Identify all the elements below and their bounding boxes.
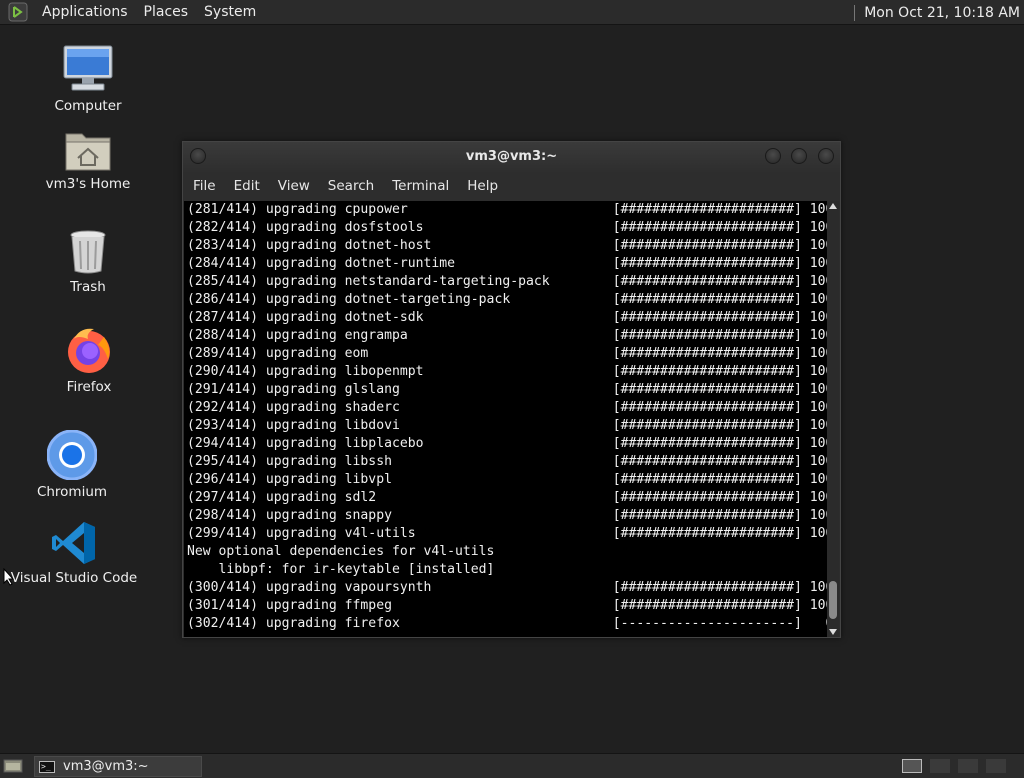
home-folder-icon <box>65 133 111 171</box>
terminal-line: (298/414) upgrading snappy [############… <box>187 508 827 523</box>
menu-help[interactable]: Help <box>458 178 507 194</box>
terminal-line: (286/414) upgrading dotnet-targeting-pac… <box>187 292 827 307</box>
desktop-icon-label: vm3's Home <box>45 176 131 192</box>
terminal-line: (299/414) upgrading v4l-utils [#########… <box>187 526 827 541</box>
menu-logo-icon[interactable] <box>8 2 28 22</box>
menu-bar: File Edit View Search Terminal Help <box>183 172 840 200</box>
top-panel: Applications Places System Mon Oct 21, 1… <box>0 0 1024 25</box>
terminal-line: (288/414) upgrading engrampa [##########… <box>187 328 827 343</box>
terminal-scrollbar[interactable] <box>827 201 839 637</box>
terminal-line: (300/414) upgrading vapoursynth [#######… <box>187 580 827 595</box>
menu-file[interactable]: File <box>183 178 225 194</box>
close-button[interactable] <box>818 148 834 164</box>
desktop-icon-label: Visual Studio Code <box>10 570 138 586</box>
applications-menu[interactable]: Applications <box>34 0 136 25</box>
terminal-line: (295/414) upgrading libssh [############… <box>187 454 827 469</box>
desktop-icon-label: Firefox <box>66 379 112 395</box>
workspace-3[interactable] <box>958 759 978 773</box>
mouse-cursor-icon <box>3 568 15 586</box>
vscode-icon <box>52 522 95 564</box>
terminal-line: (281/414) upgrading cpupower [##########… <box>187 202 827 217</box>
scroll-up-arrow-icon[interactable] <box>829 203 837 209</box>
terminal-line: (293/414) upgrading libdovi [###########… <box>187 418 827 433</box>
trash-icon <box>70 230 106 274</box>
desktop-icon-label: Chromium <box>36 484 108 500</box>
terminal-line: (290/414) upgrading libopenmpt [########… <box>187 364 827 379</box>
terminal-line: (297/414) upgrading sdl2 [##############… <box>187 490 827 505</box>
bottom-panel: >_ vm3@vm3:~ <box>0 753 1024 778</box>
terminal-line: (296/414) upgrading libvpl [############… <box>187 472 827 487</box>
menu-edit[interactable]: Edit <box>225 178 269 194</box>
terminal-line: (283/414) upgrading dotnet-host [#######… <box>187 238 827 253</box>
taskbar-terminal-button[interactable]: >_ vm3@vm3:~ <box>34 756 202 777</box>
desktop-icon-computer[interactable]: Computer <box>28 44 148 114</box>
places-menu[interactable]: Places <box>136 0 197 25</box>
terminal-line: (302/414) upgrading firefox [-----------… <box>187 616 827 631</box>
system-menu[interactable]: System <box>196 0 264 25</box>
terminal-line: (301/414) upgrading ffmpeg [############… <box>187 598 827 613</box>
chromium-icon <box>47 430 97 480</box>
terminal-line: (287/414) upgrading dotnet-sdk [########… <box>187 310 827 325</box>
show-desktop-icon[interactable] <box>3 758 23 774</box>
terminal-line: (294/414) upgrading libplacebo [########… <box>187 436 827 451</box>
workspace-1[interactable] <box>902 759 922 773</box>
terminal-line: (292/414) upgrading shaderc [###########… <box>187 400 827 415</box>
desktop-icon-home[interactable]: vm3's Home <box>28 128 148 192</box>
terminal-window[interactable]: vm3@vm3:~ File Edit View Search Terminal… <box>182 141 841 638</box>
window-title: vm3@vm3:~ <box>465 149 558 164</box>
desktop-icon-firefox[interactable]: Firefox <box>29 325 149 395</box>
terminal-line: (291/414) upgrading glslang [###########… <box>187 382 827 397</box>
workspace-2[interactable] <box>930 759 950 773</box>
terminal-line: (284/414) upgrading dotnet-runtime [####… <box>187 256 827 271</box>
terminal-line: New optional dependencies for v4l-utils <box>187 544 495 559</box>
panel-separator <box>854 4 856 21</box>
firefox-icon <box>68 328 110 373</box>
clock[interactable]: Mon Oct 21, 10:18 AM <box>864 5 1020 21</box>
top-right-tray: Mon Oct 21, 10:18 AM <box>854 0 1024 25</box>
terminal-line: (285/414) upgrading netstandard-targetin… <box>187 274 827 289</box>
desktop-icon-label: Computer <box>54 98 122 114</box>
terminal-small-icon: >_ <box>39 760 55 773</box>
terminal-output[interactable]: (281/414) upgrading cpupower [##########… <box>184 201 827 637</box>
desktop-icon-chromium[interactable]: Chromium <box>12 430 132 500</box>
desktop-icon-trash[interactable]: Trash <box>28 229 148 295</box>
terminal-line: (282/414) upgrading dosfstools [########… <box>187 220 827 235</box>
terminal-line: (289/414) upgrading eom [###############… <box>187 346 827 361</box>
scroll-down-arrow-icon[interactable] <box>829 629 837 635</box>
workspace-4[interactable] <box>986 759 1006 773</box>
menu-terminal[interactable]: Terminal <box>383 178 458 194</box>
scrollbar-thumb[interactable] <box>829 581 837 619</box>
taskbar-terminal-label: vm3@vm3:~ <box>63 759 149 774</box>
menu-search[interactable]: Search <box>319 178 383 194</box>
desktop-icon-vscode[interactable]: Visual Studio Code <box>10 520 138 586</box>
maximize-button[interactable] <box>791 148 807 164</box>
minimize-button[interactable] <box>765 148 781 164</box>
terminal-line: libbpf: for ir-keytable [installed] <box>187 562 495 577</box>
computer-icon <box>63 45 113 91</box>
menu-view[interactable]: View <box>269 178 319 194</box>
title-bar[interactable]: vm3@vm3:~ <box>183 142 840 172</box>
desktop-icon-label: Trash <box>70 279 106 295</box>
